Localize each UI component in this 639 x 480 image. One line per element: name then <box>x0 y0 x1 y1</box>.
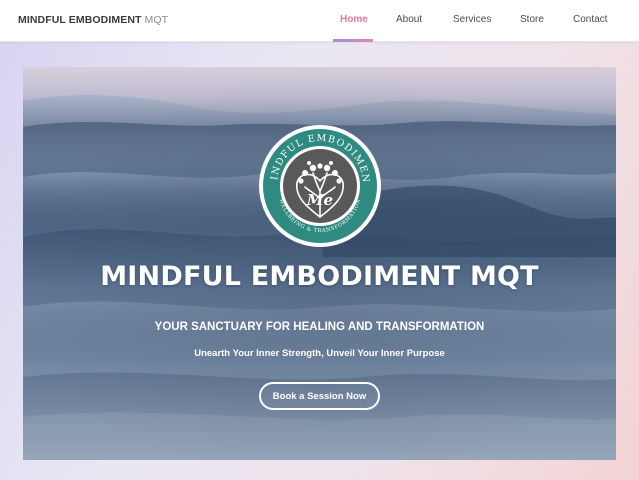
active-nav-indicator <box>333 39 373 42</box>
hero-title: MINDFUL EMBODIMENT MQT <box>100 261 539 292</box>
nav-contact[interactable]: Contact <box>573 14 607 25</box>
nav-services[interactable]: Services <box>453 14 491 25</box>
mindful-embodiment-logo: MINDFUL EMBODIMENT WELLBEING & TRANSFORM… <box>257 121 381 247</box>
logo-monogram: Me <box>306 191 333 209</box>
nav-store[interactable]: Store <box>520 14 544 25</box>
brand-name: MINDFUL EMBODIMENT <box>18 14 142 26</box>
hero-subtitle: YOUR SANCTUARY FOR HEALING AND TRANSFORM… <box>154 321 485 333</box>
book-session-button[interactable]: Book a Session Now <box>259 382 380 410</box>
nav-about[interactable]: About <box>396 14 422 25</box>
hero-banner: MINDFUL EMBODIMENT WELLBEING & TRANSFORM… <box>23 67 616 460</box>
nav-home[interactable]: Home <box>340 14 368 25</box>
brand-suffix: MQT <box>144 14 169 26</box>
hero-tagline: Unearth Your Inner Strength, Unveil Your… <box>194 348 445 359</box>
site-logo-text[interactable]: MINDFUL EMBODIMENT MQT <box>18 14 168 26</box>
site-header: MINDFUL EMBODIMENT MQT Home About Servic… <box>0 0 639 42</box>
